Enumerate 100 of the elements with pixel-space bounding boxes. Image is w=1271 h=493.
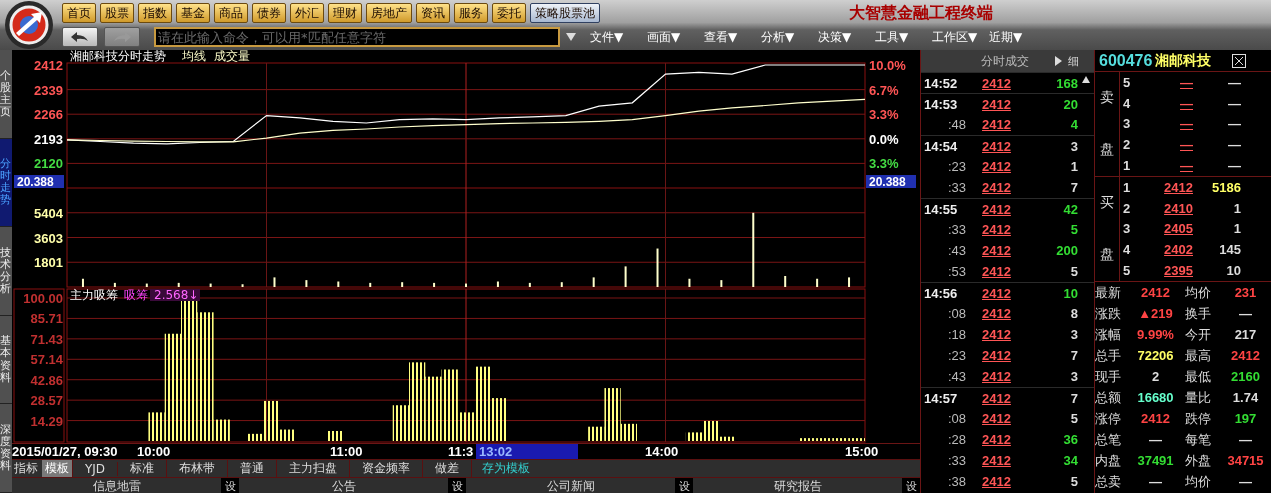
axis-label: 100.00 <box>23 291 63 306</box>
tick-price: 2412 <box>982 243 1012 258</box>
stat-label: 总手 <box>1095 346 1122 365</box>
order-price: — <box>1179 95 1193 111</box>
stat-value: 9.99% <box>1136 327 1175 342</box>
order-price: — <box>1179 74 1193 90</box>
side-label: 卖 <box>1100 89 1114 107</box>
tick-price: 2412 <box>982 306 1012 321</box>
legend-label: 吸筹 <box>124 288 148 302</box>
time-label: 14:00 <box>645 444 679 459</box>
time-label: 11:00 <box>330 444 363 459</box>
tick-volume: 3 <box>1069 369 1078 384</box>
tick-time: :33 <box>946 180 967 195</box>
stat-label: 内盘 <box>1095 451 1122 470</box>
tick-time: :43 <box>946 243 967 258</box>
tick-volume: 5 <box>1069 264 1078 279</box>
stat-value: 34715 <box>1226 453 1265 468</box>
tick-volume: 42 <box>1062 201 1078 217</box>
tick-time: :23 <box>946 348 967 363</box>
tick-price: 2412 <box>982 96 1012 112</box>
tick-time: :28 <box>946 432 967 447</box>
order-price: — <box>1179 158 1193 174</box>
order-price: 2395 <box>1163 263 1193 279</box>
stat-label: 跌停 <box>1185 409 1212 428</box>
axis-label: 2339 <box>34 82 63 98</box>
cursor-value-label: 20.388 <box>14 175 64 188</box>
legend-label: 均线 <box>182 50 206 63</box>
tick-volume: 5 <box>1069 474 1078 489</box>
stat-label: 总卖 <box>1095 472 1122 491</box>
time-label: 2015/01/27, 09:30 <box>12 444 118 459</box>
order-volume: 5186 <box>1211 179 1241 195</box>
tick-time: 14:55 <box>924 201 959 217</box>
stat-value: — <box>1148 432 1163 447</box>
tick-volume: 8 <box>1069 306 1078 321</box>
stat-label: 最新 <box>1095 283 1122 302</box>
order-price: 2412 <box>1163 179 1193 195</box>
tick-price: 2412 <box>982 180 1012 195</box>
stat-label: 最高 <box>1185 346 1212 365</box>
percent-label: 10.0% <box>869 58 906 73</box>
stock-name: 湘邮科技 <box>1155 51 1212 70</box>
tick-price: 2412 <box>982 159 1012 174</box>
side-label: 盘 <box>1100 141 1114 159</box>
order-rank: 4 <box>1123 242 1132 258</box>
tick-price: 2412 <box>982 327 1012 342</box>
stat-value: — <box>1238 432 1253 447</box>
axis-label: 85.71 <box>30 311 63 327</box>
tick-volume: 5 <box>1069 411 1078 426</box>
order-price: 2405 <box>1163 221 1193 237</box>
stat-label: 总额 <box>1095 388 1122 407</box>
order-price: 2410 <box>1163 200 1193 216</box>
side-label: 盘 <box>1100 246 1114 264</box>
side-label: 买 <box>1100 194 1114 212</box>
tick-volume: 3 <box>1069 138 1078 154</box>
stat-label: 涨停 <box>1095 409 1122 428</box>
percent-label: 0.0% <box>869 131 899 147</box>
stat-value: — <box>1238 474 1253 489</box>
cursor-time-label: 13:02 <box>476 444 578 459</box>
stat-value: 16680 <box>1136 390 1175 405</box>
stat-value: 72206 <box>1136 348 1175 363</box>
axis-label: 2193 <box>34 131 63 147</box>
stat-value: 217 <box>1233 327 1258 342</box>
order-volume: 1 <box>1232 221 1241 237</box>
tick-time: :48 <box>946 117 967 132</box>
panel-title: 分时成交 <box>981 52 1029 70</box>
order-rank: 2 <box>1123 137 1132 153</box>
stat-value: 2412 <box>1140 285 1171 300</box>
stat-value: — <box>1238 306 1253 321</box>
tick-time: 14:54 <box>924 138 959 154</box>
chart-title: 湘邮科技分时走势 <box>70 50 166 63</box>
order-volume: 145 <box>1218 242 1241 258</box>
stat-value: 1.74 <box>1231 390 1260 405</box>
tick-price: 2412 <box>982 474 1012 489</box>
tick-volume: 7 <box>1069 390 1078 406</box>
percent-label: 3.3% <box>869 107 899 123</box>
axis-label: 71.43 <box>30 331 63 347</box>
tick-volume: 20 <box>1062 96 1078 112</box>
tick-price: 2412 <box>982 453 1012 468</box>
stat-label: 换手 <box>1185 304 1212 323</box>
stock-code: 600476 <box>1099 51 1153 70</box>
stat-value: 2160 <box>1230 369 1261 384</box>
time-label: 10:00 <box>137 444 171 459</box>
order-rank: 5 <box>1123 263 1132 279</box>
order-rank: 5 <box>1123 74 1132 90</box>
stat-label: 均价 <box>1185 472 1212 491</box>
cursor-value-label: 20.388 <box>866 175 916 188</box>
tick-volume: 36 <box>1062 432 1078 447</box>
stat-value: 2412 <box>1230 348 1261 363</box>
order-volume: — <box>1227 95 1241 111</box>
tick-price: 2412 <box>982 222 1012 237</box>
tick-volume: 10 <box>1062 285 1078 301</box>
percent-label: 3.3% <box>869 156 899 172</box>
axis-label: 28.57 <box>30 393 63 409</box>
tick-price: 2412 <box>982 117 1012 132</box>
tick-price: 2412 <box>982 369 1012 384</box>
axis-label: 1801 <box>34 255 63 271</box>
stat-value: 231 <box>1233 285 1258 300</box>
tick-volume: 3 <box>1069 327 1078 342</box>
order-volume: — <box>1227 158 1241 174</box>
tick-time: :18 <box>946 327 967 342</box>
stat-label: 每笔 <box>1185 430 1212 449</box>
